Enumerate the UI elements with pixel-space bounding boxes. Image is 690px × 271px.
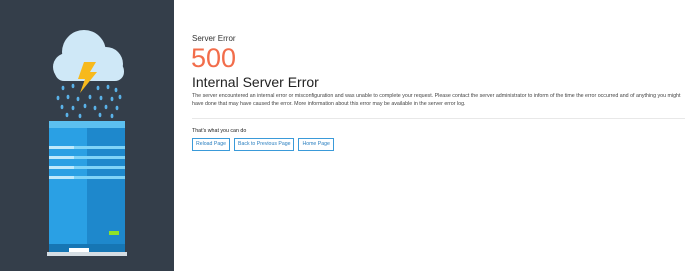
error-headline: Internal Server Error bbox=[192, 74, 319, 90]
status-led-icon bbox=[109, 231, 119, 235]
error-content: Server Error 500 Internal Server Error T… bbox=[191, 0, 690, 271]
home-page-button[interactable]: Home Page bbox=[298, 138, 334, 151]
actions-title: That's what you can do bbox=[192, 128, 247, 134]
back-to-previous-page-button[interactable]: Back to Previous Page bbox=[234, 138, 295, 151]
illustration-panel bbox=[0, 0, 174, 271]
server-icon bbox=[47, 121, 127, 256]
error-description: The server encountered an internal error… bbox=[192, 93, 681, 107]
actions-buttons: Reload Page Back to Previous Page Home P… bbox=[192, 138, 334, 151]
rain-icon bbox=[56, 83, 122, 119]
illustration bbox=[47, 30, 127, 256]
divider bbox=[192, 118, 685, 119]
error-code: 500 bbox=[191, 43, 237, 73]
reload-page-button[interactable]: Reload Page bbox=[192, 138, 230, 151]
